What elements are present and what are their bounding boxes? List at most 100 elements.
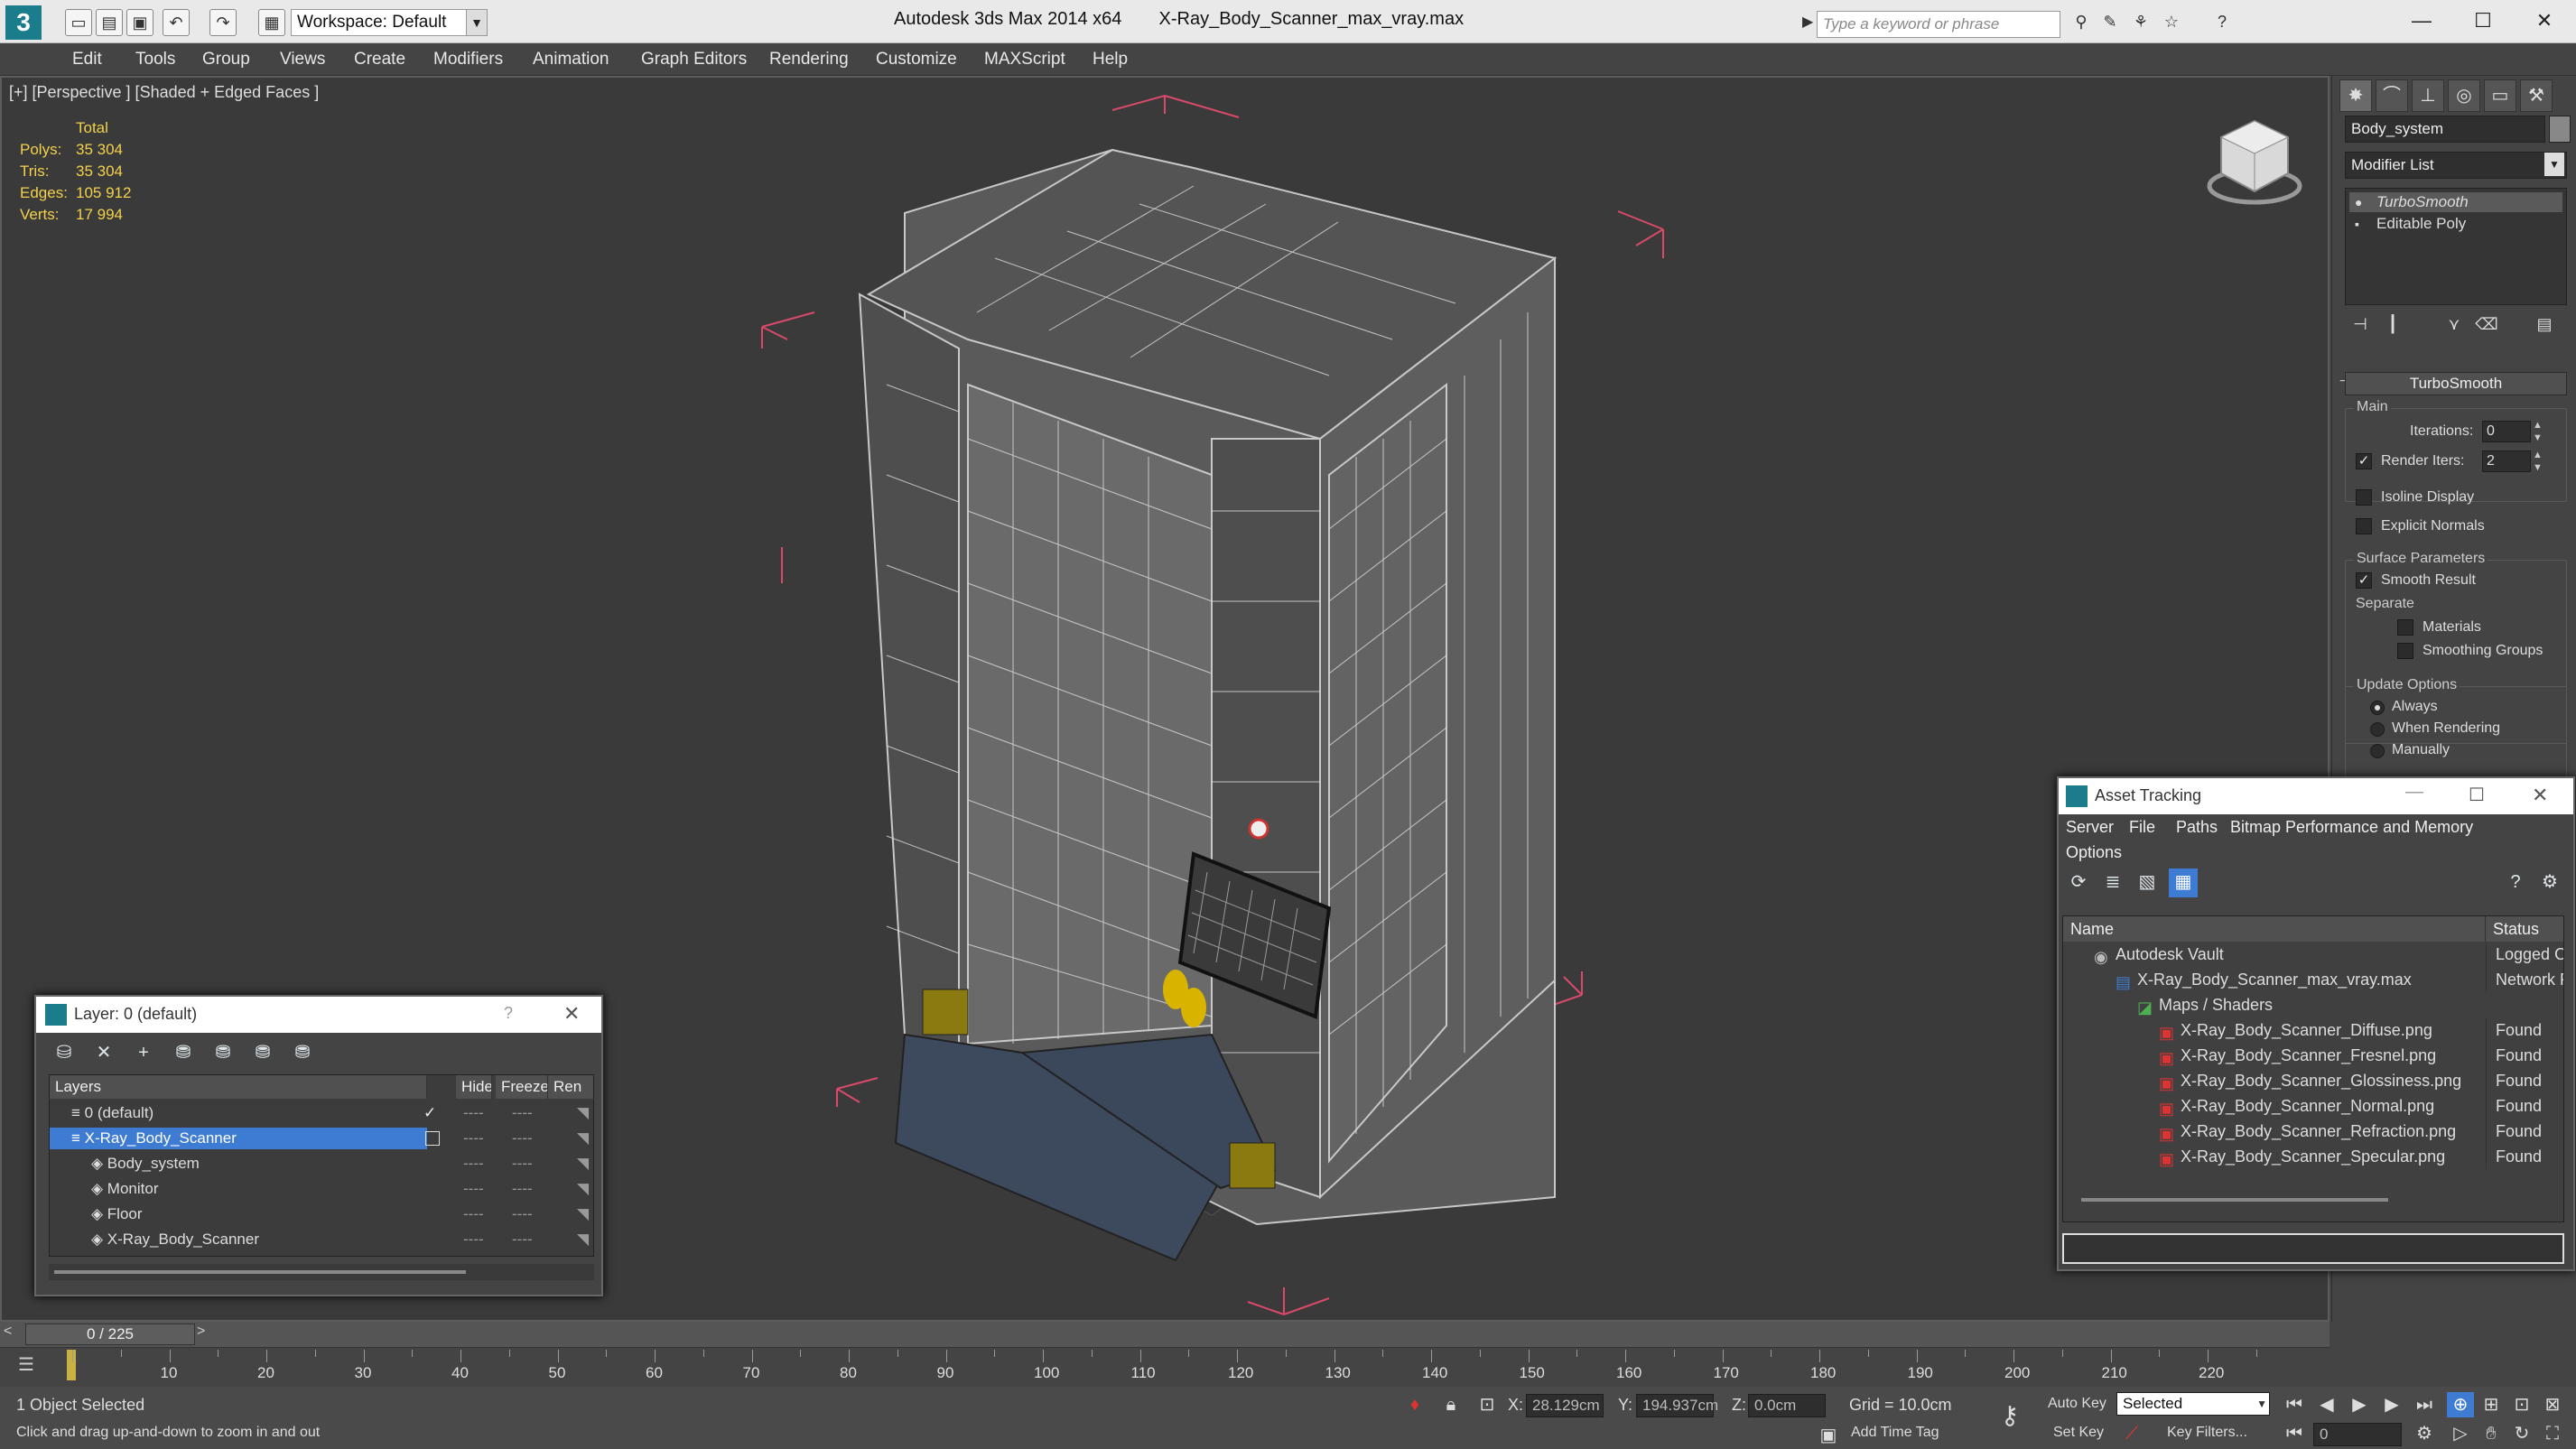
hierarchy-tab-icon[interactable]: ⊥ — [2412, 79, 2444, 112]
next-frame-icon[interactable]: ▶︎ — [2378, 1392, 2405, 1417]
layer-row[interactable]: ◈ X-Ray_Body_Scanner ---- ---- ◥ — [50, 1227, 593, 1252]
minimize-button[interactable]: — — [2395, 5, 2449, 36]
active-layer-box[interactable] — [425, 1131, 440, 1146]
render-toggle-icon[interactable]: ◥ — [577, 1126, 589, 1151]
expand-plus-icon[interactable]: ▪ — [2355, 214, 2359, 234]
menu-customize[interactable]: Customize — [876, 50, 957, 70]
asset-row[interactable]: ▣ X-Ray_Body_Scanner_Diffuse.png Found — [2063, 1017, 2563, 1043]
new-file-icon[interactable]: ▭ — [65, 9, 92, 36]
asset-row[interactable]: ▣ X-Ray_Body_Scanner_Refraction.png Found — [2063, 1119, 2563, 1144]
asset-name[interactable]: ◉ Autodesk Vault — [2094, 942, 2224, 967]
key-mode-toggle-icon[interactable]: ⏮ — [2281, 1421, 2308, 1446]
stack-item-editable-poly[interactable]: ▪ Editable Poly — [2349, 214, 2562, 234]
layer-row[interactable]: ◈ Body_system ---- ---- ◥ — [50, 1151, 593, 1176]
column-header-name[interactable]: Name — [2063, 916, 2486, 942]
refresh-icon[interactable]: ⟳ — [2064, 868, 2093, 897]
layer-name[interactable]: ≡ 0 (default) — [50, 1102, 427, 1124]
chevron-down-icon[interactable]: ▼ — [2544, 153, 2564, 176]
show-end-result-icon[interactable]: ┃ — [2377, 311, 2408, 338]
render-toggle-icon[interactable]: ◥ — [577, 1227, 589, 1252]
field-of-view-icon[interactable]: ▷ — [2447, 1421, 2474, 1446]
viewcube-icon[interactable] — [2205, 112, 2304, 211]
make-unique-icon[interactable]: ⋎ — [2439, 311, 2469, 338]
asset-name[interactable]: ▣ X-Ray_Body_Scanner_Refraction.png — [2159, 1119, 2456, 1144]
create-tab-icon[interactable]: ✸ — [2339, 79, 2372, 112]
zoom-icon[interactable]: ⊕ — [2447, 1392, 2474, 1417]
hide-toggle[interactable]: ---- — [463, 1227, 484, 1252]
table-view-icon[interactable]: ▦ — [2169, 868, 2198, 897]
chevron-down-icon[interactable]: ▼ — [466, 9, 488, 36]
smooth-result-checkbox[interactable]: ✓ — [2356, 572, 2372, 589]
explicit-normals-checkbox[interactable] — [2356, 518, 2372, 534]
layer-name[interactable]: ◈ Floor — [50, 1203, 427, 1225]
pan-view-icon[interactable]: ✋︎ — [2478, 1421, 2505, 1446]
layer-row[interactable]: ≡ 0 (default) ✓ ---- ---- ◥ — [50, 1101, 593, 1126]
close-button[interactable]: ✕ — [563, 1002, 580, 1026]
asset-row[interactable]: ▣ X-Ray_Body_Scanner_Specular.png Found — [2063, 1144, 2563, 1169]
column-header-render[interactable]: Ren — [548, 1075, 593, 1099]
set-key-button[interactable]: Set Key — [2053, 1425, 2104, 1441]
y-coordinate-field[interactable]: 194.937cm — [1636, 1394, 1718, 1417]
iterations-spinner[interactable]: 0 — [2482, 421, 2531, 442]
object-name-field[interactable]: Body_system — [2345, 116, 2545, 143]
render-iters-spinner[interactable]: 2 — [2482, 450, 2531, 472]
render-toggle-icon[interactable]: ◥ — [577, 1151, 589, 1176]
column-header-status[interactable]: Status — [2486, 916, 2563, 942]
turbosmooth-rollout-header[interactable]: TurboSmooth — [2345, 372, 2567, 395]
subscription-icon[interactable]: ⚘ — [2127, 9, 2154, 36]
zoom-extents-icon[interactable]: ⊡ — [2508, 1392, 2535, 1417]
settings-icon[interactable]: ⚙ — [2535, 868, 2564, 897]
redo-icon[interactable]: ↷ — [209, 9, 237, 36]
horizontal-scrollbar[interactable] — [2081, 1198, 2388, 1202]
close-button[interactable]: ✕ — [2517, 5, 2571, 36]
x-coordinate-field[interactable]: 28.129cm — [1526, 1394, 1604, 1417]
menu-help[interactable]: Help — [1093, 50, 1128, 70]
chevron-down-icon[interactable]: ▼ — [2256, 1393, 2267, 1415]
zoom-extents-all-icon[interactable]: ⊠ — [2539, 1392, 2566, 1417]
render-toggle-icon[interactable]: ◥ — [577, 1101, 589, 1126]
freeze-toggle[interactable]: ---- — [512, 1126, 533, 1151]
modify-tab-icon[interactable]: ⌒ — [2376, 79, 2408, 112]
configure-modifier-sets-icon[interactable]: ▤ — [2529, 311, 2560, 338]
freeze-toggle[interactable]: ---- — [512, 1202, 533, 1227]
materials-checkbox[interactable] — [2397, 619, 2413, 636]
modifier-list-dropdown[interactable]: Modifier List ▼ — [2345, 152, 2567, 179]
app-logo-icon[interactable]: 3 — [5, 5, 42, 40]
when-rendering-radio[interactable] — [2370, 722, 2385, 737]
isoline-display-checkbox[interactable] — [2356, 489, 2372, 506]
hide-toggle[interactable]: ---- — [463, 1202, 484, 1227]
freeze-toggle[interactable]: ---- — [512, 1227, 533, 1252]
layer-name[interactable]: ◈ X-Ray_Body_Scanner — [50, 1229, 427, 1250]
play-icon[interactable]: ▶︎ — [2346, 1392, 2373, 1417]
hide-all-layers-icon[interactable]: ⛃ — [247, 1038, 278, 1067]
previous-frame-arrow-icon[interactable]: < — [4, 1324, 12, 1340]
asset-row[interactable]: ▣ X-Ray_Body_Scanner_Normal.png Found — [2063, 1093, 2563, 1119]
highlight-selected-icon[interactable]: ⛃ — [208, 1038, 238, 1067]
asset-path-field[interactable] — [2062, 1233, 2564, 1264]
key-filters-button[interactable]: Key Filters... — [2167, 1425, 2247, 1441]
track-bar[interactable]: ☰ 10 20 30 40 50 60 70 80 90 100 110 120 130 140 150 16… — [0, 1347, 2330, 1387]
menu-server[interactable]: Server — [2066, 818, 2114, 837]
asset-name[interactable]: ▤ X-Ray_Body_Scanner_max_vray.max — [2116, 967, 2412, 992]
go-to-end-icon[interactable]: ⏭ — [2411, 1392, 2438, 1417]
layer-name[interactable]: ◈ Body_system — [50, 1153, 427, 1175]
selection-lock-icon[interactable]: 🔒︎ — [1437, 1392, 1465, 1417]
hide-toggle[interactable]: ---- — [463, 1176, 484, 1202]
manually-radio[interactable] — [2370, 744, 2385, 758]
asset-dialog-titlebar[interactable]: Asset Tracking — ☐ ✕ — [2059, 778, 2573, 814]
asset-row[interactable]: ▣ X-Ray_Body_Scanner_Glossiness.png Found — [2063, 1068, 2563, 1093]
menu-create[interactable]: Create — [354, 50, 405, 70]
key-mode-dropdown[interactable]: Selected ▼ — [2116, 1392, 2270, 1416]
current-time-marker[interactable] — [67, 1350, 76, 1380]
delete-layer-icon[interactable]: ✕ — [88, 1038, 119, 1067]
menu-paths[interactable]: Paths — [2176, 818, 2218, 837]
key-filter-icon[interactable]: ⟋ — [2118, 1421, 2145, 1446]
set-keys-key-icon[interactable]: ⚷ — [1992, 1403, 2028, 1428]
active-layer-check-icon[interactable]: ✓ — [423, 1101, 436, 1126]
menu-tools[interactable]: Tools — [135, 50, 175, 70]
current-frame-field[interactable]: 0 — [2313, 1423, 2402, 1446]
help-icon[interactable]: ? — [2209, 9, 2236, 36]
hide-toggle[interactable]: ---- — [463, 1151, 484, 1176]
menu-file[interactable]: File — [2129, 818, 2155, 837]
pin-stack-icon[interactable]: ⊣ — [2345, 311, 2376, 338]
